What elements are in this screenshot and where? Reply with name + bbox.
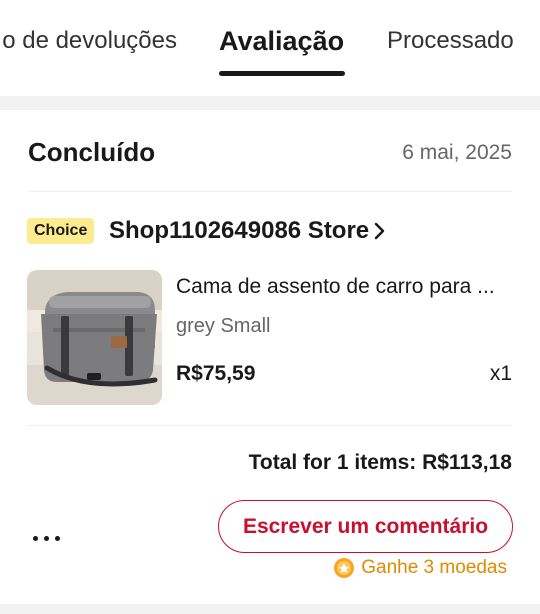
chevron-right-icon [374, 222, 385, 240]
dot-icon [33, 535, 38, 541]
dot-icon [55, 535, 60, 541]
store-link[interactable]: Shop1102649086 Store [109, 217, 387, 245]
pet-car-seat-bed-image [27, 270, 162, 405]
order-date: 6 mai, 2025 [402, 141, 512, 164]
product-image[interactable] [27, 270, 162, 405]
tab-returns[interactable]: o de devoluções [2, 27, 177, 55]
choice-badge: Choice [27, 218, 95, 244]
divider [28, 191, 512, 192]
section-divider [0, 96, 540, 110]
coins-reward: Ganhe 3 moedas [333, 557, 507, 579]
write-review-button[interactable]: Escrever um comentário [218, 500, 513, 553]
order-status: Concluído [28, 137, 156, 167]
coins-label: Ganhe 3 moedas [361, 557, 507, 578]
divider [28, 425, 512, 426]
tab-processed[interactable]: Processado [387, 27, 514, 55]
dot-icon [44, 535, 49, 541]
order-card: Concluído 6 mai, 2025 Choice Shop1102649… [0, 110, 540, 604]
product-variant: grey Small [176, 315, 271, 337]
tab-bar: o de devoluções Avaliação Processado [0, 0, 540, 96]
store-name: Shop1102649086 Store [109, 217, 370, 244]
more-options-button[interactable] [33, 528, 63, 548]
product-price: R$75,59 [176, 362, 256, 385]
tab-review[interactable]: Avaliação [219, 26, 344, 57]
active-tab-indicator [219, 71, 345, 76]
coin-icon [334, 558, 355, 578]
product-name[interactable]: Cama de assento de carro para ... [176, 275, 512, 299]
order-total: Total for 1 items: R$113,18 [248, 451, 512, 474]
product-quantity: x1 [489, 362, 512, 385]
section-divider [0, 604, 540, 614]
